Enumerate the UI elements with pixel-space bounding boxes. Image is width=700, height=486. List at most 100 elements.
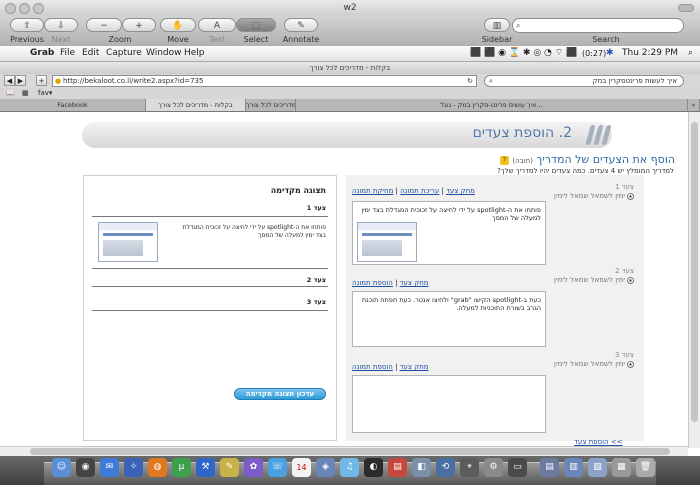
- move-button[interactable]: ✋: [160, 18, 196, 32]
- annotate-label: Annotate: [282, 35, 320, 44]
- utorrent-icon[interactable]: µ: [172, 458, 191, 477]
- next-button[interactable]: ⇩: [44, 18, 78, 32]
- safari-title-bar: בקלות - מדריכים לכל צורך: [0, 62, 700, 74]
- search-value: איך לעשות פרינטסקרין במק: [592, 77, 677, 85]
- safari-address-bar: ◀ ▶ + ● http://bekaloot.co.il/write2.aspx…: [0, 74, 700, 88]
- forward-button[interactable]: ▶: [15, 75, 26, 86]
- app-icon[interactable]: ◧: [412, 458, 431, 477]
- sidebar-button[interactable]: ▥: [484, 18, 510, 32]
- menu-bar: Grab File Edit Capture Window Help ⬛ ⬛ ◉…: [0, 46, 700, 62]
- back-button[interactable]: ◀: [4, 75, 15, 86]
- stack-icon[interactable]: ▦: [612, 458, 631, 477]
- menu-capture[interactable]: Capture: [106, 46, 142, 61]
- downloads-folder-icon[interactable]: ▧: [588, 458, 607, 477]
- battery-status[interactable]: (0:27): [582, 46, 606, 61]
- zoom-out-button[interactable]: −: [86, 18, 122, 32]
- step-3-textarea[interactable]: [352, 375, 546, 433]
- dashboard-icon[interactable]: ◉: [76, 458, 95, 477]
- step-3-add-image-link[interactable]: הוספת תמונה: [352, 363, 393, 371]
- status-icons[interactable]: ⬛ ⬛ ◉ ⌛ ✱ ◎ ◔ ⌔ ⬛: [470, 46, 577, 61]
- add-step-link[interactable]: >> הוספת צעד: [574, 438, 623, 446]
- url-field[interactable]: ● http://bekaloot.co.il/write2.aspx?id=73…: [52, 75, 477, 87]
- ichat-icon[interactable]: ☏: [268, 458, 287, 477]
- minus-icon: −: [100, 21, 108, 31]
- tab-overflow[interactable]: »: [688, 99, 700, 111]
- step-1-delete-link[interactable]: מחק צעד: [446, 187, 475, 195]
- radio-rtl[interactable]: [627, 360, 634, 368]
- trash-icon[interactable]: 🗑: [636, 458, 655, 477]
- radio-rtl[interactable]: [627, 276, 634, 284]
- app-menu[interactable]: Grab: [30, 46, 54, 61]
- help-icon[interactable]: ?: [499, 155, 509, 165]
- spotlight-icon[interactable]: ⌕: [688, 46, 693, 61]
- horizontal-scrollbar[interactable]: [0, 446, 688, 456]
- menu-edit[interactable]: Edit: [82, 46, 99, 61]
- bookmarks-bar: 📖 ▦ fav▾: [0, 88, 700, 99]
- reload-icon[interactable]: ↻: [467, 76, 473, 86]
- zoom-button[interactable]: [33, 3, 44, 14]
- mail-icon[interactable]: ✉: [100, 458, 119, 477]
- tab-google-search[interactable]: איך עושים פרינט-סקרין במק - גוגל...: [296, 99, 688, 111]
- xcode-icon[interactable]: ⚒: [196, 458, 215, 477]
- flag-icon[interactable]: ✱: [606, 46, 614, 61]
- photo-icon[interactable]: ✿: [244, 458, 263, 477]
- photo-booth-icon[interactable]: ◐: [364, 458, 383, 477]
- previous-label: Previous: [10, 35, 44, 44]
- google-search-field[interactable]: איך לעשות פרינטסקרין במק ⌕: [484, 75, 684, 87]
- zoom-in-button[interactable]: +: [122, 18, 156, 32]
- time-machine-icon[interactable]: ⟲: [436, 458, 455, 477]
- menu-window[interactable]: Window: [146, 46, 182, 61]
- preview-app-icon[interactable]: ▤: [388, 458, 407, 477]
- add-bookmark-button[interactable]: +: [36, 75, 47, 86]
- close-button[interactable]: [5, 3, 16, 14]
- tab-bekaloot-2[interactable]: בקלות - מדריכים לכל צורך: [246, 99, 296, 111]
- minimize-button[interactable]: [19, 3, 30, 14]
- scroll-thumb[interactable]: [691, 122, 698, 422]
- finder-icon[interactable]: ☺: [52, 458, 71, 477]
- step-3-delete-link[interactable]: מחק צעד: [400, 363, 429, 371]
- documents-folder-icon[interactable]: ▥: [564, 458, 583, 477]
- grid-icon[interactable]: ▦: [22, 88, 29, 99]
- bookmarks-icon[interactable]: 📖: [6, 88, 15, 99]
- preview-step-1-label: צעד 1: [306, 204, 326, 212]
- text-tool-icon: A: [213, 21, 221, 31]
- update-preview-button[interactable]: עדכון תצוגה מקדימה: [234, 388, 326, 400]
- step-2-textarea[interactable]: כעת ב-spotlight הקישו "grab" ולחיצו אנטר…: [352, 291, 546, 347]
- calendar-icon[interactable]: 14: [292, 458, 311, 477]
- text-tool-button[interactable]: A: [198, 18, 236, 32]
- toolbar-toggle-button[interactable]: [678, 4, 694, 12]
- step-1-textarea[interactable]: פותחו את ה-spotlight על ידי לחיצה על זכו…: [352, 201, 546, 265]
- safari-icon[interactable]: ✧: [124, 458, 143, 477]
- select-label: Select: [243, 35, 269, 44]
- address-book-icon[interactable]: ◈: [316, 458, 335, 477]
- applications-folder-icon[interactable]: ▤: [540, 458, 559, 477]
- select-icon: ⬚: [251, 21, 261, 31]
- tab-bekaloot-1[interactable]: בקלות - מדריכים לכל צורך: [146, 99, 246, 111]
- select-tool-button[interactable]: ⬚: [236, 18, 276, 32]
- previous-button[interactable]: ⇧: [10, 18, 44, 32]
- radio-rtl[interactable]: [627, 192, 634, 200]
- firefox-icon[interactable]: ◍: [148, 458, 167, 477]
- step-1-delete-image-link[interactable]: מחיקת תמונה: [352, 187, 393, 195]
- clock[interactable]: Thu 2:29 PM: [622, 46, 678, 61]
- vertical-scrollbar[interactable]: [688, 112, 700, 448]
- bookmark-fav[interactable]: fav▾: [38, 88, 52, 99]
- step-2-delete-link[interactable]: מחק צעד: [400, 279, 429, 287]
- menu-file[interactable]: File: [60, 46, 75, 61]
- menu-help[interactable]: Help: [184, 46, 205, 61]
- scroll-thumb[interactable]: [30, 448, 670, 455]
- step-2-add-image-link[interactable]: הוספת תמונה: [352, 279, 393, 287]
- banner-stripes: [585, 125, 620, 145]
- step-1-edit-image-link[interactable]: עריכת תמונה: [400, 187, 439, 195]
- search-field[interactable]: ⌕: [512, 18, 684, 33]
- tab-facebook[interactable]: Facebook: [0, 99, 146, 111]
- script-editor-icon[interactable]: ✎: [220, 458, 239, 477]
- grab-icon[interactable]: ⌖: [460, 458, 479, 477]
- steps-heading-text: הוסף את הצעדים של המדריך: [536, 153, 675, 166]
- itunes-icon[interactable]: ♫: [340, 458, 359, 477]
- step-1-image[interactable]: [357, 222, 417, 262]
- step-1: צעד 1 ימין לשמאל שמאל לימין מחק צעד | ער…: [352, 183, 634, 278]
- terminal-icon[interactable]: ▭: [508, 458, 527, 477]
- system-preferences-icon[interactable]: ⚙: [484, 458, 503, 477]
- annotate-button[interactable]: ✎: [284, 18, 318, 32]
